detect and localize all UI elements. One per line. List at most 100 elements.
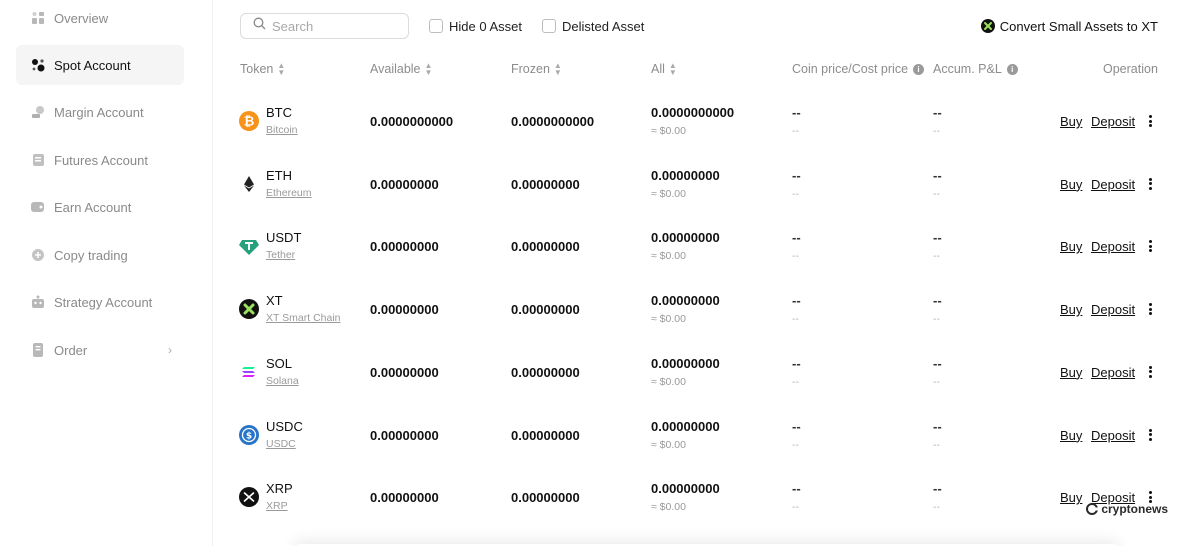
deposit-link[interactable]: Deposit [1091,302,1135,317]
table-row: USDT Tether 0.00000000 0.00000000 0.0000… [213,216,1200,278]
xrp-coin-icon [239,487,259,508]
buy-link[interactable]: Buy [1060,365,1082,380]
info-icon[interactable]: i [1006,63,1018,75]
sidebar-item-label: Margin Account [54,104,144,120]
cost-price-value: -- [792,187,799,200]
header-label: Frozen [511,62,550,76]
table-row: SOL Solana 0.00000000 0.00000000 0.00000… [213,342,1200,404]
sidebar-item-strategy-account[interactable]: Strategy Account [16,282,184,322]
svg-text:$: $ [246,431,252,441]
more-options-icon[interactable] [1146,238,1154,254]
header-all[interactable]: All ▲ ▼ [651,61,677,77]
hide-zero-checkbox[interactable]: Hide 0 Asset [429,19,522,34]
buy-link[interactable]: Buy [1060,114,1082,129]
sidebar-item-label: Order [54,342,88,358]
frozen-value: 0.0000000000 [511,114,595,129]
info-icon[interactable]: i [913,63,925,75]
search-input[interactable] [272,18,392,34]
cost-price-value: -- [792,125,799,137]
token-name-link[interactable]: XT Smart Chain [266,312,341,324]
header-token[interactable]: Token ▲ ▼ [240,61,285,77]
sidebar-item-spot-account[interactable]: Spot Account [16,45,184,85]
all-value: 0.00000000 [651,293,720,309]
checkbox-box[interactable] [542,19,556,33]
token-symbol: XRP [266,481,293,497]
available-value: 0.00000000 [370,427,439,443]
convert-small-assets-button[interactable]: Convert Small Assets to XT [980,18,1158,34]
table-row: $ USDC USDC 0.00000000 0.00000000 0.0000… [213,405,1200,467]
sidebar-item-margin-account[interactable]: Margin Account [16,92,184,132]
more-options-icon[interactable] [1146,113,1154,129]
sidebar-item-futures-account[interactable]: Futures Account [16,140,184,180]
token-name-link[interactable]: Solana [266,375,299,387]
deposit-link[interactable]: Deposit [1091,114,1135,129]
hide-zero-label: Hide 0 Asset [449,18,522,34]
token-name-link[interactable]: USDC [266,438,296,450]
table-row: ₿ BTC Bitcoin 0.0000000000 0.0000000000 … [213,91,1200,153]
token-name-link[interactable]: Bitcoin [266,124,298,136]
deposit-link[interactable]: Deposit [1091,428,1135,443]
pnl-percent-value: -- [933,250,940,263]
search-icon [253,17,266,35]
available-value: 0.00000000 [370,176,439,192]
checkbox-box[interactable] [429,19,443,33]
token-symbol: SOL [266,355,293,371]
cryptonews-watermark: cryptonews [1086,502,1168,516]
all-usd-value: ≈ $0.00 [651,438,686,451]
deposit-link[interactable]: Deposit [1091,239,1135,254]
header-frozen[interactable]: Frozen ▲ ▼ [511,61,562,77]
buy-link[interactable]: Buy [1060,428,1082,443]
convert-label: Convert Small Assets to XT [999,18,1158,34]
header-label: All [651,62,665,76]
strategy-icon [30,294,46,310]
token-symbol: BTC [266,105,292,120]
eth-coin-icon [239,174,259,194]
all-usd-value: ≈ $0.00 [651,501,686,514]
frozen-value: 0.00000000 [511,239,580,255]
all-usd-value: ≈ $0.00 [651,313,686,326]
sol-coin-icon [239,362,259,382]
toolbar: Hide 0 Asset Delisted Asset Convert Smal… [240,13,1158,39]
frozen-value: 0.00000000 [511,364,580,380]
coin-price-value: -- [792,167,801,183]
sidebar-item-overview[interactable]: Overview [16,0,184,38]
token-symbol: USDC [266,418,303,434]
buy-link[interactable]: Buy [1060,302,1082,317]
pnl-percent-value: -- [933,187,940,200]
margin-icon [30,104,46,120]
token-name-link[interactable]: XRP [266,500,288,512]
buy-link[interactable]: Buy [1060,177,1082,192]
sidebar-item-order[interactable]: Order › [16,330,184,370]
sidebar-item-label: Strategy Account [54,294,153,310]
cryptonews-logo-icon [1086,503,1099,515]
xt-logo-icon [980,19,995,33]
deposit-link[interactable]: Deposit [1091,177,1135,192]
token-name-link[interactable]: Ethereum [266,187,312,199]
coin-price-value: -- [792,230,801,246]
buy-link[interactable]: Buy [1060,239,1082,254]
token-name-link[interactable]: Tether [266,249,295,261]
deposit-link[interactable]: Deposit [1091,365,1135,380]
search-box[interactable] [240,13,409,39]
frozen-value: 0.00000000 [511,302,580,318]
more-options-icon[interactable] [1146,301,1154,317]
cost-price-value: -- [792,313,799,326]
header-available[interactable]: Available ▲ ▼ [370,61,432,77]
sidebar: Overview Spot Account Margin Account Fut… [0,0,213,546]
available-value: 0.00000000 [370,490,439,506]
delisted-checkbox[interactable]: Delisted Asset [542,19,644,34]
cost-price-value: -- [792,375,799,388]
usdt-coin-icon [239,236,259,256]
buy-link[interactable]: Buy [1060,490,1082,505]
sidebar-item-copy-trading[interactable]: Copy trading [16,235,184,275]
more-options-icon[interactable] [1146,427,1154,443]
more-options-icon[interactable] [1146,364,1154,380]
all-value: 0.00000000 [651,481,720,497]
all-value: 0.00000000 [651,355,720,371]
more-options-icon[interactable] [1146,176,1154,192]
sidebar-item-earn-account[interactable]: Earn Account [16,187,184,227]
all-value: 0.0000000000 [651,105,735,120]
frozen-value: 0.00000000 [511,176,580,192]
coin-price-value: -- [792,293,801,309]
coin-price-value: -- [792,418,801,434]
